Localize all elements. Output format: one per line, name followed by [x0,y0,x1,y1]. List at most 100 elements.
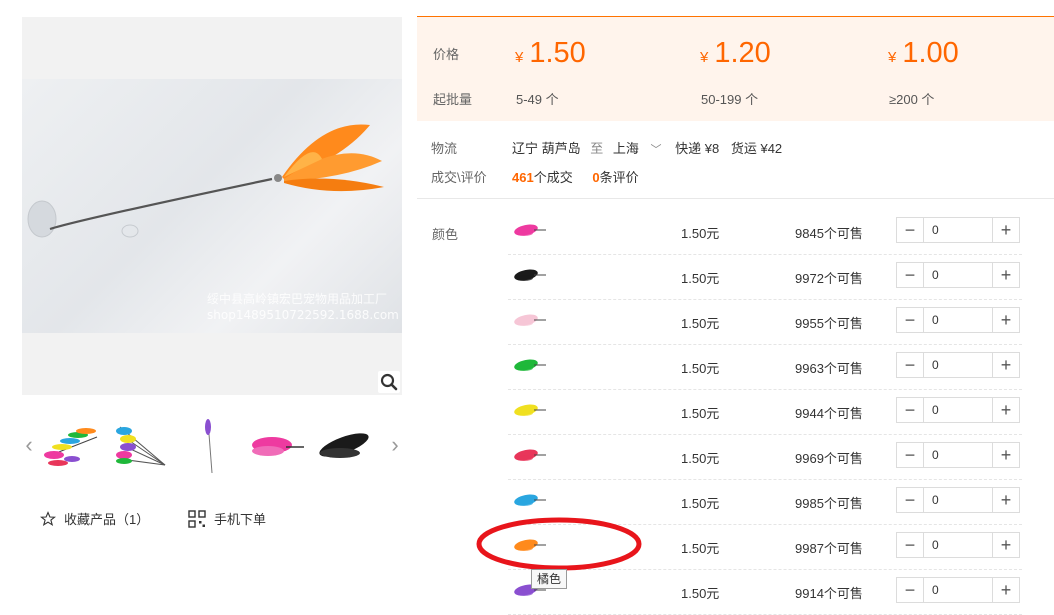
to-word: 至 [590,141,604,156]
annotation-ellipse [476,517,642,571]
chevron-left-icon[interactable]: ‹ [22,433,36,457]
minus-button[interactable]: − [897,578,924,602]
sku-stock: 9963个可售 [795,361,863,376]
review-count[interactable]: 0 [592,170,599,185]
quantity-input[interactable]: 0 [924,353,992,377]
price-tier-2: ¥1.20 [700,37,771,69]
thumbnail-strip: ‹ › [22,417,404,477]
express-fee: 快递 ¥8 [675,141,720,156]
main-product-image[interactable]: 绥中县高岭镇宏巴宠物用品加工厂 shop1489510722592.1688.c… [22,17,402,395]
qr-code-icon [188,509,206,528]
quantity-stepper: −0 + [896,577,1020,603]
sku-price: 1.50元 [681,586,720,601]
sku-thumbnail[interactable] [512,350,546,380]
plus-button[interactable]: + [992,308,1019,332]
quantity-stepper: −0 + [896,307,1020,333]
sku-stock: 9914个可售 [795,586,863,601]
quantity-stepper: −0 + [896,487,1020,513]
plus-button[interactable]: + [992,533,1019,557]
minus-button[interactable]: − [897,398,924,422]
chevron-down-icon: ﹀ [650,144,662,156]
logistics-label: 物流 [431,141,458,156]
sku-price: 1.50元 [681,451,720,466]
chevron-right-icon[interactable]: › [388,433,402,457]
minus-button[interactable]: − [897,488,924,512]
minus-button[interactable]: − [897,533,924,557]
quantity-input[interactable]: 0 [924,398,992,422]
plus-button[interactable]: + [992,353,1019,377]
favorite-button[interactable]: 收藏产品（1） [40,509,149,528]
minus-button[interactable]: − [897,443,924,467]
plus-button[interactable]: + [992,578,1019,602]
qty-tier-2: 50-199 个 [701,92,759,107]
quantity-stepper: −0 + [896,397,1020,423]
thumbnail-3[interactable] [178,417,238,475]
minus-button[interactable]: − [897,263,924,287]
sku-price: 1.50元 [681,226,720,241]
ship-to-select[interactable]: 上海 ﹀ [613,141,665,156]
section-divider [417,198,1054,199]
star-icon [40,510,56,526]
mobile-order-button[interactable]: 手机下单 [188,509,266,528]
magnifier-icon[interactable] [378,371,400,393]
sku-thumbnail[interactable] [512,395,546,425]
price-tier-1: ¥1.50 [515,37,586,69]
sku-stock: 9944个可售 [795,406,863,421]
sku-stock: 9955个可售 [795,316,863,331]
favorite-label: 收藏产品（1） [64,512,150,527]
deal-count-suffix: 个成交 [533,170,573,185]
thumbnail-4[interactable] [246,417,306,475]
sku-price: 1.50元 [681,406,720,421]
minus-button[interactable]: − [897,308,924,332]
thumbnail-2[interactable] [110,417,170,475]
quantity-input[interactable]: 0 [924,533,992,557]
price-box: 价格 起批量 ¥1.50 ¥1.20 ¥1.00 5-49 个 50-199 个… [417,16,1054,121]
quantity-input[interactable]: 0 [924,263,992,287]
sku-price: 1.50元 [681,361,720,376]
sku-stock: 9972个可售 [795,271,863,286]
deals-info: 461个成交 0条评价 [512,167,639,186]
qty-tier-1: 5-49 个 [516,92,559,107]
mobile-order-label: 手机下单 [214,512,267,527]
quantity-input[interactable]: 0 [924,578,992,602]
freight-fee: 货运 ¥42 [730,141,783,156]
color-label: 颜色 [432,227,459,242]
sku-price: 1.50元 [681,316,720,331]
plus-button[interactable]: + [992,218,1019,242]
plus-button[interactable]: + [992,488,1019,512]
sku-price: 1.50元 [681,271,720,286]
sku-row: 1.50元 9914个可售 −0 + [508,569,1022,615]
shop-watermark: 绥中县高岭镇宏巴宠物用品加工厂 [207,292,388,306]
thumbnail-1[interactable] [42,417,102,475]
price-tier-3: ¥1.00 [888,37,959,69]
sku-price: 1.50元 [681,541,720,556]
sku-row: 1.50元 9955个可售 −0 + [508,299,1022,345]
quantity-stepper: −0 + [896,352,1020,378]
sku-stock: 9987个可售 [795,541,863,556]
quantity-input[interactable]: 0 [924,488,992,512]
sku-thumbnail[interactable] [512,260,546,290]
thumbnail-5[interactable] [314,417,374,475]
plus-button[interactable]: + [992,263,1019,287]
sku-thumbnail[interactable] [512,305,546,335]
minus-button[interactable]: − [897,353,924,377]
quantity-input[interactable]: 0 [924,443,992,467]
review-count-suffix: 条评价 [599,170,639,185]
quantity-stepper: −0 + [896,262,1020,288]
sku-row: 1.50元 9944个可售 −0 + [508,389,1022,435]
plus-button[interactable]: + [992,443,1019,467]
quantity-stepper: −0 + [896,532,1020,558]
price-label: 价格 [433,47,460,62]
sku-stock: 9969个可售 [795,451,863,466]
quantity-input[interactable]: 0 [924,218,992,242]
sku-thumbnail[interactable] [512,485,546,515]
plus-button[interactable]: + [992,398,1019,422]
deal-count[interactable]: 461 [512,170,534,185]
product-photo: 绥中县高岭镇宏巴宠物用品加工厂 shop1489510722592.1688.c… [22,79,402,333]
minus-button[interactable]: − [897,218,924,242]
sku-thumbnail[interactable] [512,215,546,245]
qty-tier-3: ≥200 个 [889,92,935,107]
quantity-input[interactable]: 0 [924,308,992,332]
ship-to: 上海 [612,141,639,156]
sku-thumbnail[interactable] [512,440,546,470]
